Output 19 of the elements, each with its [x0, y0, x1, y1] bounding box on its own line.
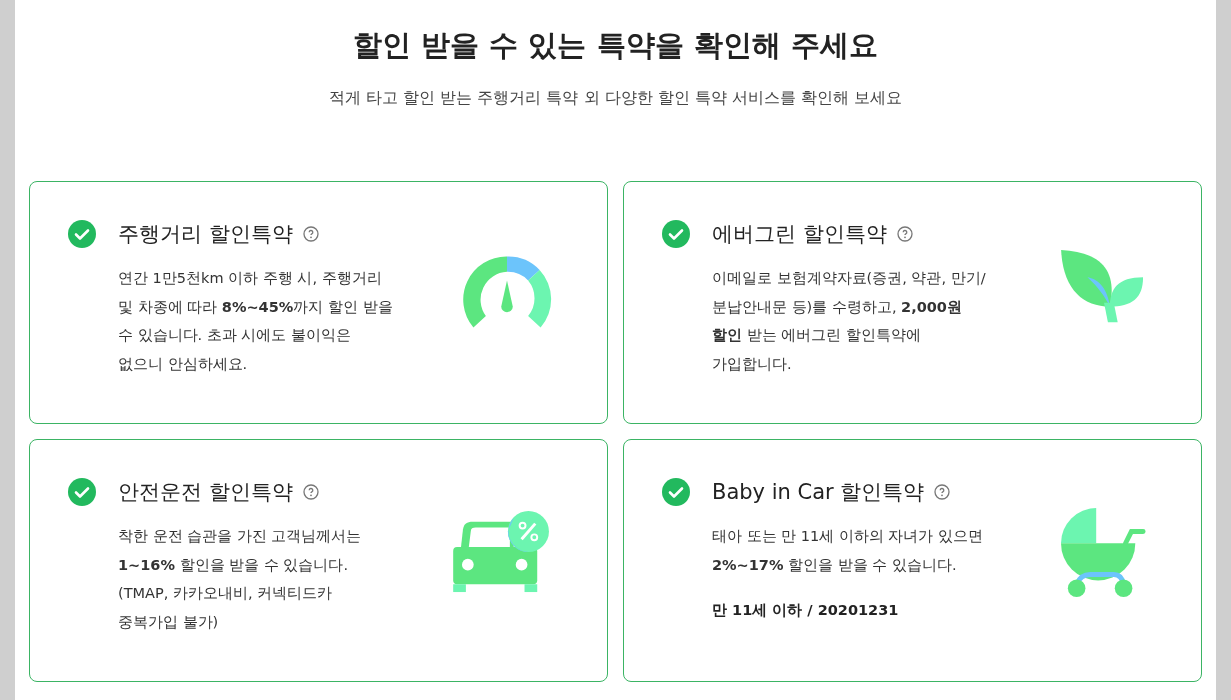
card-title: 주행거리 할인특약 — [118, 221, 293, 248]
help-icon[interactable] — [896, 226, 913, 242]
help-icon[interactable] — [302, 226, 319, 242]
help-icon[interactable] — [934, 484, 951, 500]
card-title: 안전운전 할인특약 — [118, 479, 293, 506]
check-icon — [662, 220, 690, 248]
check-icon — [662, 478, 690, 506]
card-note: 만 11세 이하 / 20201231 — [712, 601, 900, 620]
check-icon — [68, 220, 96, 248]
help-icon[interactable] — [302, 484, 319, 500]
card-title: 에버그린 할인특약 — [712, 221, 887, 248]
card-description: 연간 1만5천km 이하 주행 시, 주행거리 및 차종에 따라 8%~45%까지 할인 받을 수 있습니다. 초과 시에도 불이익은 없으니 안심하세요. — [118, 269, 393, 374]
page-subheading: 적게 타고 할인 받는 주행거리 특약 외 다양한 할인 특약 서비스를 확인해 보세요 — [328, 88, 903, 109]
card-description: 착한 운전 습관을 가진 고객님께서는 1~16% 할인을 받을 수 있습니다. (TMAP, 카카오내비, 커넥티드카 중복가입 불가) — [118, 527, 362, 632]
card-description: 이메일로 보험계약자료(증권, 약관, 만기/ 분납안내문 등)를 수령하고, 2,000원 할인 받는 에버그린 할인특약에 가입합니다. — [712, 269, 986, 374]
check-icon — [68, 478, 96, 506]
page-heading: 할인 받을 수 있는 특약을 확인해 주세요 — [352, 27, 879, 64]
card-description: 태아 또는 만 11세 이하의 자녀가 있으면 2%~17% 할인을 받을 수 있습니다. — [712, 527, 984, 575]
card-title: Baby in Car 할인특약 — [712, 479, 925, 506]
